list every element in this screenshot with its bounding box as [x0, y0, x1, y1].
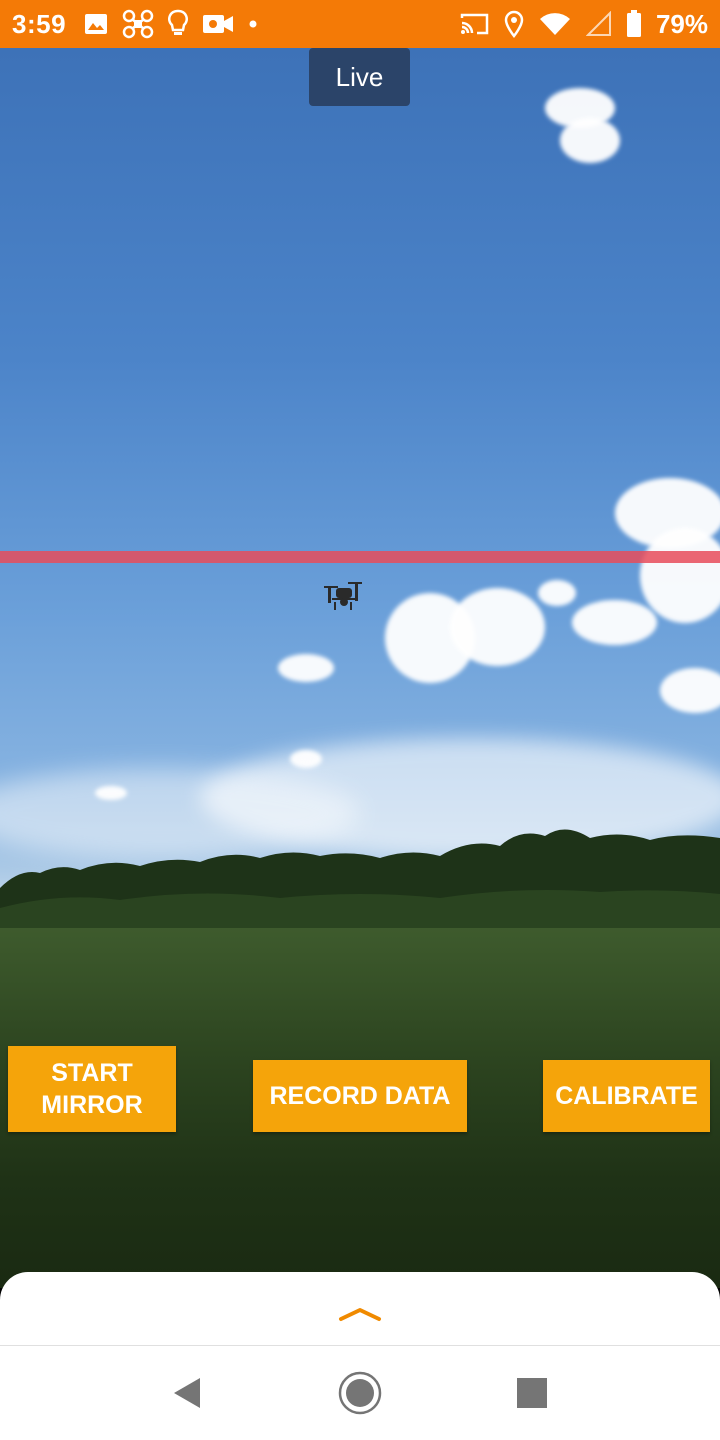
status-time: 3:59	[12, 8, 67, 39]
cloud	[660, 668, 720, 713]
image-icon	[84, 13, 108, 35]
dot-icon	[248, 19, 258, 29]
start-mirror-label: START MIRROR	[41, 1059, 143, 1119]
cloud	[538, 580, 576, 606]
status-bar: 3:59 79%	[0, 0, 720, 48]
recents-button[interactable]	[509, 1370, 555, 1416]
wifi-icon	[538, 11, 572, 37]
cloud	[450, 588, 545, 666]
camera-preview: START MIRROR RECORD DATA CALIBRATE	[0, 48, 720, 1288]
home-icon	[338, 1371, 382, 1415]
navigation-bar	[0, 1346, 720, 1440]
location-icon	[504, 10, 524, 38]
back-icon	[174, 1378, 200, 1408]
battery-percentage: 79%	[655, 8, 708, 39]
bottom-sheet-handle[interactable]	[0, 1272, 720, 1346]
start-mirror-button[interactable]: START MIRROR	[8, 1046, 176, 1132]
system-icons: 79%	[460, 9, 708, 40]
calibrate-button[interactable]: CALIBRATE	[543, 1060, 710, 1132]
tree-line	[0, 829, 720, 938]
video-camera-icon	[202, 13, 234, 35]
notification-icons	[84, 9, 258, 39]
cloud	[640, 528, 720, 623]
battery-icon	[626, 10, 642, 38]
cloud	[278, 654, 334, 682]
cloud	[572, 600, 657, 645]
lightbulb-icon	[168, 9, 189, 39]
drone-icon	[122, 9, 154, 39]
chevron-up-icon	[339, 1308, 381, 1321]
back-button[interactable]	[164, 1370, 210, 1416]
cast-icon	[460, 12, 490, 36]
cloud	[560, 118, 620, 163]
horizon-line	[0, 551, 720, 563]
live-badge: Live	[309, 48, 410, 106]
signal-icon	[585, 11, 612, 37]
drone-icon	[324, 582, 362, 610]
recents-icon	[517, 1378, 547, 1408]
home-button[interactable]	[337, 1370, 383, 1416]
record-data-button[interactable]: RECORD DATA	[253, 1060, 467, 1132]
